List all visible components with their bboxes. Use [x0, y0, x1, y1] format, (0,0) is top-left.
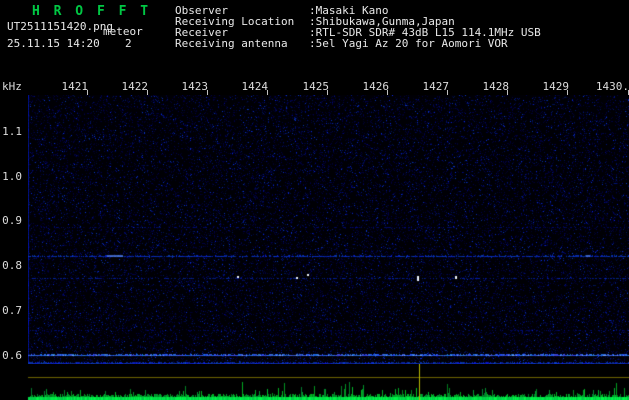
y-tick-label: 1.0	[2, 170, 22, 183]
timestamp: 25.11.15 14:20	[7, 37, 100, 50]
app-logo: H R O F F T	[32, 4, 152, 19]
y-tick-label: 0.7	[2, 304, 22, 317]
echo-count: 2	[125, 37, 132, 50]
x-tick-label: 1423	[181, 80, 209, 93]
station-id: meteor	[103, 25, 143, 38]
y-axis-unit: kHz	[2, 80, 22, 93]
x-tick-label: 1421	[61, 80, 89, 93]
x-tick-label: 1429	[542, 80, 570, 93]
info-label-antenna: Receiving antenna	[175, 37, 288, 50]
x-tick-label: 1425	[302, 80, 330, 93]
x-tick-label: 1428	[482, 80, 510, 93]
x-tick-label: 1430.	[595, 80, 629, 93]
y-tick-label: 0.8	[2, 259, 22, 272]
signal-level-strip	[0, 364, 629, 400]
spectrogram-canvas	[28, 95, 629, 364]
x-tick-label: 1427	[422, 80, 450, 93]
output-filename: UT2511151420.png	[7, 20, 113, 33]
y-tick-label: 0.9	[2, 214, 22, 227]
x-tick-label: 1424	[241, 80, 269, 93]
y-tick-label: 0.6	[2, 349, 22, 362]
info-value-antenna: :5el Yagi Az 20 for Aomori VOR	[309, 37, 508, 50]
x-tick-label: 1422	[121, 80, 149, 93]
y-tick-label: 1.1	[2, 125, 22, 138]
x-tick-label: 1426	[362, 80, 390, 93]
